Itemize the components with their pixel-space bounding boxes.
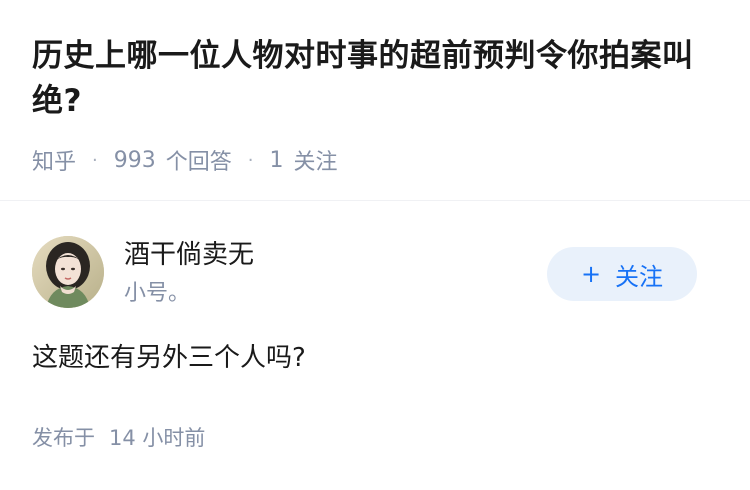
follow-button[interactable]: + 关注	[547, 247, 697, 301]
author-avatar[interactable]	[32, 236, 104, 308]
meta-separator-2: ·	[247, 149, 254, 171]
follow-button-label: 关注	[615, 262, 664, 291]
author-bio: 小号。	[124, 281, 191, 306]
question-title[interactable]: 历史上哪一位人物对时事的超前预判令你拍案叫绝?	[32, 34, 722, 124]
source-label[interactable]: 知乎	[32, 144, 76, 176]
publish-time: 14 小时前	[109, 426, 206, 450]
meta-separator-1: ·	[92, 149, 98, 171]
answers-label: 个回答	[165, 150, 232, 175]
follow-count: 1	[269, 147, 284, 173]
answer-content[interactable]: 这题还有另外三个人吗?	[32, 340, 306, 376]
publish-label: 发布于	[32, 426, 95, 450]
author-name[interactable]: 酒干倘卖无	[124, 238, 254, 272]
plus-icon: +	[580, 260, 602, 288]
answers-count: 993	[113, 147, 156, 173]
answer-card: 酒干倘卖无 小号。 + 关注 这题还有另外三个人吗? 发布于 14 小时前	[0, 201, 750, 490]
user-avatar-icon	[32, 236, 104, 308]
follow-label: 关注	[293, 150, 338, 175]
question-header: 历史上哪一位人物对时事的超前预判令你拍案叫绝? 知乎 · 993 个回答 · 1…	[0, 0, 750, 200]
publish-info: 发布于 14 小时前	[32, 423, 205, 453]
question-meta: 知乎 · 993 个回答 · 1 关注	[32, 144, 338, 176]
